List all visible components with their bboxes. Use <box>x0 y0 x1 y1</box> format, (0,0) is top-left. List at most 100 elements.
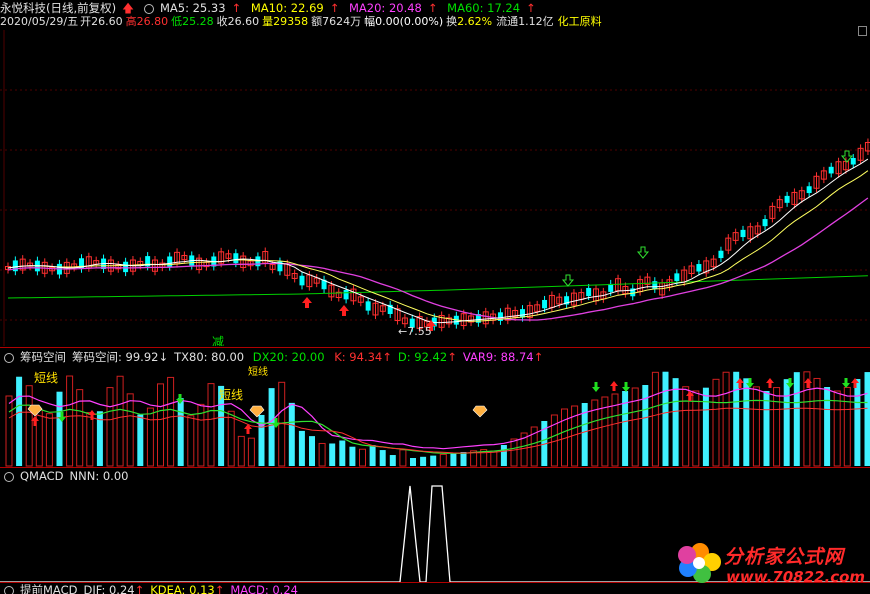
candle-body <box>365 301 371 311</box>
chip-bar <box>309 436 315 466</box>
chip-bar <box>339 440 346 466</box>
open-label: 开 <box>80 15 92 28</box>
candle-body <box>608 283 614 292</box>
chip-bar <box>5 395 13 467</box>
settings-icon[interactable] <box>4 352 14 363</box>
ma5-line <box>7 158 869 324</box>
chip-bar <box>460 452 467 466</box>
chip-bar <box>146 407 154 467</box>
chip-bar <box>167 376 175 467</box>
up-arrow-icon: ↑ <box>134 583 145 594</box>
ma5-value: MA5: 25.33 <box>159 1 226 15</box>
up-arrow-icon: ↑ <box>526 1 536 15</box>
chip-bar <box>25 385 33 467</box>
candle-body <box>233 253 239 264</box>
chip-bar <box>56 391 63 466</box>
chip-bar <box>743 378 750 466</box>
dx20-value: DX20: 20.00 <box>252 350 325 364</box>
chip-bar <box>187 415 195 467</box>
candle-body <box>299 275 305 286</box>
candle-body <box>784 195 790 203</box>
date: 2020/05/29/五 <box>0 15 79 28</box>
buy-arrow-icon <box>339 305 349 316</box>
chip-bar <box>430 455 437 466</box>
up-arrow-icon: ↑ <box>447 350 457 364</box>
chip-bar <box>45 413 53 467</box>
mid-panel-title[interactable]: 筹码空间 <box>20 350 66 364</box>
ma60-line <box>7 275 868 299</box>
chip-bar <box>450 453 457 466</box>
vol-label: 量 <box>262 15 274 28</box>
chip-bar <box>733 371 740 466</box>
chip-bar <box>268 388 275 466</box>
chip-bar <box>702 387 709 466</box>
nnn-value: NNN: 0.00 <box>69 469 129 483</box>
candle-body <box>167 256 173 267</box>
chip-bar <box>824 386 831 466</box>
candle-body <box>850 157 856 165</box>
candle-body <box>586 287 592 297</box>
settings-icon[interactable] <box>4 585 14 594</box>
chip-bar <box>369 445 376 466</box>
ma10-line <box>7 170 869 322</box>
high-label: 高 <box>125 15 137 28</box>
settings-icon[interactable] <box>4 471 14 482</box>
candlestick-chart[interactable]: ←7.55 减 <box>0 30 870 346</box>
chip-bar <box>813 377 821 467</box>
chip-bar <box>651 371 659 467</box>
ma10-value: MA10: 22.69 <box>250 1 324 15</box>
open-value: 26.60 <box>91 15 123 28</box>
chip-bar <box>137 414 144 466</box>
chip-bar <box>288 402 295 466</box>
chip-bar <box>864 372 870 466</box>
candle-body <box>652 281 658 289</box>
kdea-value: KDEA: 0.13 <box>150 583 215 594</box>
up-arrow-icon: ↑ <box>329 1 340 15</box>
var9-value: VAR9: 88.74 <box>462 350 534 364</box>
industry-label[interactable]: 化工原料 <box>558 15 602 28</box>
low-panel-header: QMACD NNN: 0.00 <box>0 468 134 484</box>
chip-bar <box>157 383 164 467</box>
chip-bar <box>773 387 781 467</box>
chip-space-value: 筹码空间: 99.92 <box>72 350 159 364</box>
price-grid <box>0 30 870 346</box>
dash <box>244 350 248 364</box>
chip-space-panel[interactable]: 短线 短线 短线 <box>0 364 870 468</box>
stock-title[interactable]: 永悦科技(日线,前复权) <box>0 1 116 15</box>
settings-icon[interactable] <box>143 3 154 14</box>
watermark-url: www.70822.com <box>726 568 866 586</box>
sell-arrow-icon <box>592 382 600 392</box>
candle-body <box>123 261 129 273</box>
ma20-line <box>7 197 869 321</box>
chip-bar <box>500 445 507 466</box>
candle-body <box>718 250 724 259</box>
chip-bar <box>389 455 396 466</box>
tx80-value: TX80: 80.00 <box>174 350 245 364</box>
dif-value: DIF: 0.24 <box>83 583 135 594</box>
chip-bar <box>237 435 245 467</box>
low-price-marker: ←7.55 <box>398 325 432 338</box>
up-arrow-icon: ↑ <box>382 350 392 364</box>
k-value: K: 94.34 <box>334 350 383 364</box>
ma20-value: MA20: 20.48 <box>349 1 422 15</box>
up-arrow-icon: ↑ <box>533 350 544 364</box>
vol-value: 29358 <box>273 15 309 28</box>
sell-arrow-icon <box>561 274 575 287</box>
reduce-label: 减 <box>212 335 224 346</box>
qmacd-title[interactable]: QMACD <box>20 469 64 483</box>
amount-value: 额7624万 <box>311 15 362 28</box>
bottom-panel-header: 提前MACD DIF: 0.24↑ KDEA: 0.13↑ MACD: 0.24 <box>0 582 304 594</box>
chip-bar <box>783 379 790 466</box>
close-value: 26.60 <box>227 15 260 28</box>
chip-bar <box>86 412 94 467</box>
ma60-value: MA60: 17.24 <box>447 1 521 15</box>
close-label: 收 <box>216 15 228 28</box>
chip-bar <box>793 372 800 466</box>
chip-bar <box>318 442 326 467</box>
macd-title[interactable]: 提前MACD <box>20 583 77 594</box>
up-arrow-icon: 🡅 <box>122 1 134 15</box>
up-arrow-icon: ↑ <box>214 583 225 594</box>
high-value: 26.80 <box>136 15 169 28</box>
down-arrow-icon: ↓ <box>158 350 169 364</box>
chip-bar <box>410 458 416 466</box>
